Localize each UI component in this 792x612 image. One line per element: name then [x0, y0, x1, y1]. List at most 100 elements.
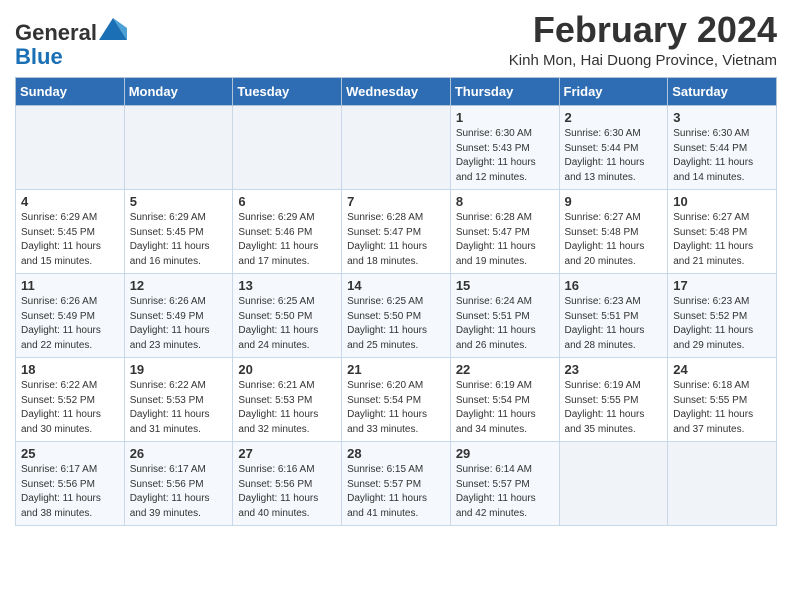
day-info: Sunrise: 6:15 AM Sunset: 5:57 PM Dayligh… [347, 463, 445, 521]
calendar-cell: 6Sunrise: 6:29 AM Sunset: 5:46 PM Daylig… [233, 190, 342, 274]
calendar-cell: 25 Sunrise: 6:17 AM Sunset: 5:56 PM Dayli… [16, 442, 125, 526]
day-number: 16 [565, 278, 663, 293]
calendar-cell: 23Sunrise: 6:19 AM Sunset: 5:55 PM Dayli… [559, 358, 668, 442]
calendar-cell: 29 Sunrise: 6:14 AM Sunset: 5:57 PM Dayli… [450, 442, 559, 526]
day-info: Sunrise: 6:29 AM Sunset: 5:46 PM Dayligh… [238, 211, 336, 269]
day-number: 22 [456, 362, 554, 377]
logo-blue: Blue [15, 44, 63, 69]
day-number: 4 [21, 194, 119, 209]
calendar-cell [342, 106, 451, 190]
day-info: Sunrise: 6:17 AM Sunset: 5:56 PM Dayligh… [130, 463, 228, 521]
calendar-cell: 18 Sunrise: 6:22 AM Sunset: 5:52 PM Dayli… [16, 358, 125, 442]
day-info: Sunrise: 6:16 AM Sunset: 5:56 PM Dayligh… [238, 463, 336, 521]
day-info: Sunrise: 6:22 AM Sunset: 5:52 PM Dayligh… [21, 379, 119, 437]
calendar-cell: 16 Sunrise: 6:23 AM Sunset: 5:51 PM Dayli… [559, 274, 668, 358]
page-header: General Blue February 2024 Kinh Mon, Hai… [15, 10, 777, 69]
calendar-cell [16, 106, 125, 190]
calendar-cell: 27 Sunrise: 6:16 AM Sunset: 5:56 PM Dayli… [233, 442, 342, 526]
day-info: Sunrise: 6:22 AM Sunset: 5:53 PM Dayligh… [130, 379, 228, 437]
day-number: 5 [130, 194, 228, 209]
calendar-cell: 28 Sunrise: 6:15 AM Sunset: 5:57 PM Dayli… [342, 442, 451, 526]
day-info: Sunrise: 6:27 AM Sunset: 5:48 PM Dayligh… [565, 211, 663, 269]
calendar-cell: 4 Sunrise: 6:29 AM Sunset: 5:45 PM Daylig… [16, 190, 125, 274]
calendar-cell [668, 442, 777, 526]
day-number: 12 [130, 278, 228, 293]
calendar-cell: 5 Sunrise: 6:29 AM Sunset: 5:45 PM Daylig… [124, 190, 233, 274]
calendar-cell [124, 106, 233, 190]
calendar-subtitle: Kinh Mon, Hai Duong Province, Vietnam [509, 52, 777, 69]
day-info: Sunrise: 6:23 AM Sunset: 5:51 PM Dayligh… [565, 295, 663, 353]
calendar-cell: 21 Sunrise: 6:20 AM Sunset: 5:54 PM Dayli… [342, 358, 451, 442]
calendar-cell: 8 Sunrise: 6:28 AM Sunset: 5:47 PM Daylig… [450, 190, 559, 274]
calendar-table: SundayMondayTuesdayWednesdayThursdayFrid… [15, 77, 777, 526]
calendar-cell: 15 Sunrise: 6:24 AM Sunset: 5:51 PM Dayli… [450, 274, 559, 358]
day-info: Sunrise: 6:26 AM Sunset: 5:49 PM Dayligh… [21, 295, 119, 353]
day-info: Sunrise: 6:29 AM Sunset: 5:45 PM Dayligh… [21, 211, 119, 269]
day-number: 8 [456, 194, 554, 209]
calendar-cell: 14Sunrise: 6:25 AM Sunset: 5:50 PM Dayli… [342, 274, 451, 358]
day-info: Sunrise: 6:29 AM Sunset: 5:45 PM Dayligh… [130, 211, 228, 269]
calendar-cell: 26 Sunrise: 6:17 AM Sunset: 5:56 PM Dayli… [124, 442, 233, 526]
calendar-cell [233, 106, 342, 190]
calendar-cell: 7 Sunrise: 6:28 AM Sunset: 5:47 PM Daylig… [342, 190, 451, 274]
calendar-cell: 24 Sunrise: 6:18 AM Sunset: 5:55 PM Dayli… [668, 358, 777, 442]
calendar-cell: 2 Sunrise: 6:30 AM Sunset: 5:44 PM Daylig… [559, 106, 668, 190]
day-info: Sunrise: 6:17 AM Sunset: 5:56 PM Dayligh… [21, 463, 119, 521]
day-info: Sunrise: 6:25 AM Sunset: 5:50 PM Dayligh… [238, 295, 336, 353]
day-info: Sunrise: 6:19 AM Sunset: 5:55 PM Dayligh… [565, 379, 663, 437]
day-number: 1 [456, 110, 554, 125]
day-number: 24 [673, 362, 771, 377]
day-number: 25 [21, 446, 119, 461]
day-info: Sunrise: 6:30 AM Sunset: 5:44 PM Dayligh… [565, 127, 663, 185]
col-header-saturday: Saturday [668, 78, 777, 106]
calendar-cell: 10 Sunrise: 6:27 AM Sunset: 5:48 PM Dayli… [668, 190, 777, 274]
day-info: Sunrise: 6:25 AM Sunset: 5:50 PM Dayligh… [347, 295, 445, 353]
logo: General Blue [15, 18, 127, 69]
calendar-cell: 12 Sunrise: 6:26 AM Sunset: 5:49 PM Dayli… [124, 274, 233, 358]
day-info: Sunrise: 6:19 AM Sunset: 5:54 PM Dayligh… [456, 379, 554, 437]
day-info: Sunrise: 6:27 AM Sunset: 5:48 PM Dayligh… [673, 211, 771, 269]
calendar-cell: 20Sunrise: 6:21 AM Sunset: 5:53 PM Dayli… [233, 358, 342, 442]
day-number: 26 [130, 446, 228, 461]
day-number: 19 [130, 362, 228, 377]
day-info: Sunrise: 6:28 AM Sunset: 5:47 PM Dayligh… [347, 211, 445, 269]
calendar-cell [559, 442, 668, 526]
day-number: 2 [565, 110, 663, 125]
day-number: 29 [456, 446, 554, 461]
day-number: 28 [347, 446, 445, 461]
day-info: Sunrise: 6:14 AM Sunset: 5:57 PM Dayligh… [456, 463, 554, 521]
day-number: 7 [347, 194, 445, 209]
day-info: Sunrise: 6:18 AM Sunset: 5:55 PM Dayligh… [673, 379, 771, 437]
calendar-cell: 1 Sunrise: 6:30 AM Sunset: 5:43 PM Daylig… [450, 106, 559, 190]
day-info: Sunrise: 6:26 AM Sunset: 5:49 PM Dayligh… [130, 295, 228, 353]
calendar-cell: 3Sunrise: 6:30 AM Sunset: 5:44 PM Daylig… [668, 106, 777, 190]
day-info: Sunrise: 6:23 AM Sunset: 5:52 PM Dayligh… [673, 295, 771, 353]
day-number: 9 [565, 194, 663, 209]
day-number: 3 [673, 110, 771, 125]
day-number: 13 [238, 278, 336, 293]
day-number: 17 [673, 278, 771, 293]
col-header-sunday: Sunday [16, 78, 125, 106]
col-header-wednesday: Wednesday [342, 78, 451, 106]
day-info: Sunrise: 6:30 AM Sunset: 5:43 PM Dayligh… [456, 127, 554, 185]
day-number: 21 [347, 362, 445, 377]
calendar-cell: 17 Sunrise: 6:23 AM Sunset: 5:52 PM Dayli… [668, 274, 777, 358]
calendar-cell: 22 Sunrise: 6:19 AM Sunset: 5:54 PM Dayli… [450, 358, 559, 442]
day-info: Sunrise: 6:24 AM Sunset: 5:51 PM Dayligh… [456, 295, 554, 353]
calendar-cell: 9 Sunrise: 6:27 AM Sunset: 5:48 PM Daylig… [559, 190, 668, 274]
calendar-title: February 2024 [509, 10, 777, 50]
day-number: 27 [238, 446, 336, 461]
title-area: February 2024 Kinh Mon, Hai Duong Provin… [509, 10, 777, 69]
logo-general: General [15, 20, 97, 45]
day-number: 15 [456, 278, 554, 293]
day-info: Sunrise: 6:28 AM Sunset: 5:47 PM Dayligh… [456, 211, 554, 269]
col-header-thursday: Thursday [450, 78, 559, 106]
day-info: Sunrise: 6:20 AM Sunset: 5:54 PM Dayligh… [347, 379, 445, 437]
day-number: 10 [673, 194, 771, 209]
calendar-cell: 11 Sunrise: 6:26 AM Sunset: 5:49 PM Dayli… [16, 274, 125, 358]
day-number: 11 [21, 278, 119, 293]
calendar-cell: 19 Sunrise: 6:22 AM Sunset: 5:53 PM Dayli… [124, 358, 233, 442]
col-header-monday: Monday [124, 78, 233, 106]
day-number: 20 [238, 362, 336, 377]
day-number: 18 [21, 362, 119, 377]
